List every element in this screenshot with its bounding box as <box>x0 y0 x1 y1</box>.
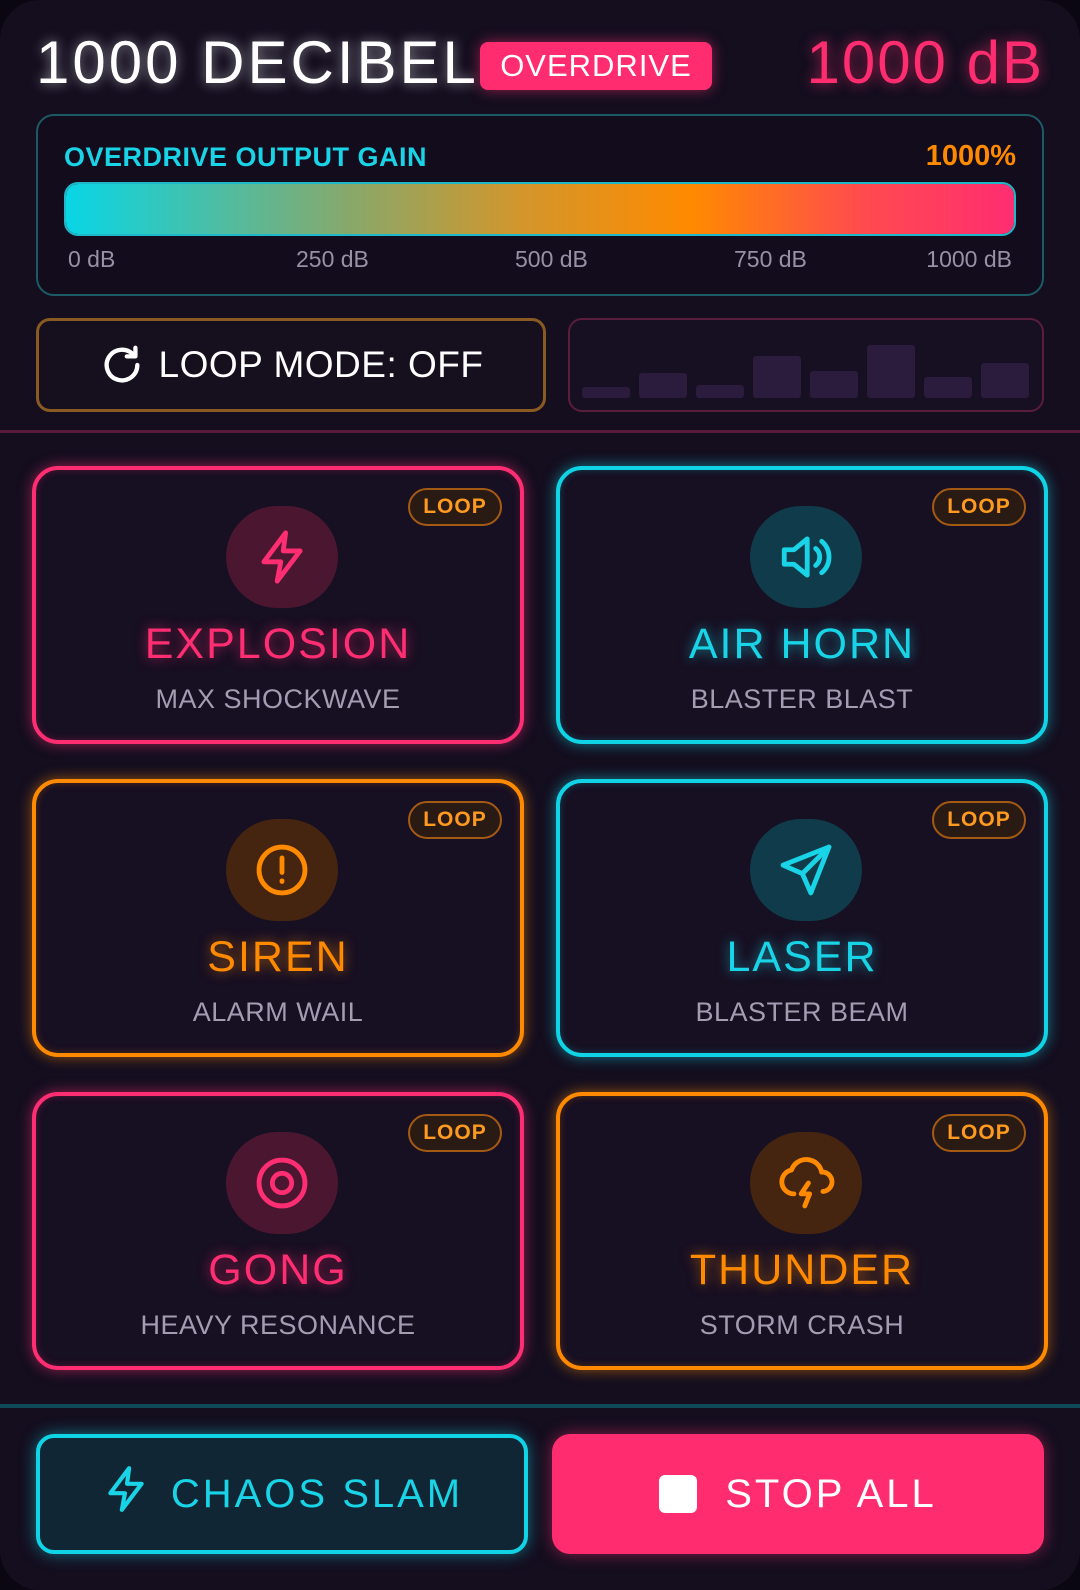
loop-toggle[interactable]: LOOP <box>932 1114 1026 1152</box>
pad-subtitle: BLASTER BLAST <box>690 684 914 714</box>
pad-title: AIR HORN <box>688 620 916 668</box>
pad-title: LASER <box>726 933 878 981</box>
gain-tick: 0 dB <box>68 246 116 272</box>
divider <box>0 430 1080 433</box>
gain-value: 1000% <box>925 140 1016 172</box>
pad-title: EXPLOSION <box>144 620 412 668</box>
pad-explosion[interactable]: LOOP EXPLOSION MAX SHOCKWAVE <box>32 466 524 744</box>
loop-toggle[interactable]: LOOP <box>408 801 502 839</box>
pad-title: GONG <box>208 1246 348 1294</box>
visualizer-bar <box>639 373 687 398</box>
soundboard-app: 1000 DECIBEL OVERDRIVE 1000 dB OVERDRIVE… <box>0 0 1080 1590</box>
pad-air-horn[interactable]: LOOP AIR HORN BLASTER BLAST <box>556 466 1048 744</box>
loop-mode-label: LOOP MODE: OFF <box>158 344 484 385</box>
pad-thunder[interactable]: LOOP THUNDER STORM CRASH <box>556 1092 1048 1370</box>
mode-badge: OVERDRIVE <box>480 42 712 90</box>
db-readout: 1000 dB <box>806 29 1044 96</box>
chaos-slam-label: CHAOS SLAM <box>170 1471 464 1516</box>
refresh-icon <box>99 342 145 388</box>
pad-title: SIREN <box>207 933 349 981</box>
header: 1000 DECIBEL OVERDRIVE 1000 dB <box>36 22 1044 98</box>
visualizer-bar <box>981 363 1029 398</box>
gain-meter-fill <box>66 184 1014 234</box>
storm-icon <box>750 1132 862 1234</box>
pad-subtitle: HEAVY RESONANCE <box>140 1310 416 1340</box>
visualizer-bar <box>753 356 801 398</box>
stop-all-label: STOP ALL <box>725 1471 937 1516</box>
loop-mode-toggle[interactable]: LOOP MODE: OFF <box>36 318 546 412</box>
visualizer-bar <box>867 345 915 398</box>
gain-panel: OVERDRIVE OUTPUT GAIN 1000% 0 dB 250 dB … <box>36 114 1044 296</box>
visualizer-bar <box>924 377 972 398</box>
lightning-icon <box>101 1464 151 1524</box>
pad-subtitle: BLASTER BEAM <box>695 997 909 1027</box>
gain-tick: 1000 dB <box>926 246 1012 272</box>
lightning-icon <box>226 506 338 608</box>
pad-subtitle: MAX SHOCKWAVE <box>155 684 401 714</box>
loop-toggle[interactable]: LOOP <box>932 488 1026 526</box>
audio-visualizer <box>568 318 1044 412</box>
loop-toggle[interactable]: LOOP <box>408 488 502 526</box>
app-title: 1000 DECIBEL <box>36 29 479 96</box>
target-icon <box>226 1132 338 1234</box>
divider <box>0 1404 1080 1408</box>
loop-toggle[interactable]: LOOP <box>408 1114 502 1152</box>
gain-tick: 250 dB <box>296 246 369 272</box>
pad-subtitle: STORM CRASH <box>699 1310 905 1340</box>
gain-tick: 500 dB <box>515 246 588 272</box>
stop-icon <box>659 1475 698 1513</box>
pad-siren[interactable]: LOOP SIREN ALARM WAIL <box>32 779 524 1057</box>
visualizer-bar <box>696 385 744 398</box>
chaos-slam-button[interactable]: CHAOS SLAM <box>36 1434 528 1554</box>
speaker-icon <box>750 506 862 608</box>
pad-laser[interactable]: LOOP LASER BLASTER BEAM <box>556 779 1048 1057</box>
gain-label: OVERDRIVE OUTPUT GAIN <box>64 142 428 172</box>
pad-subtitle: ALARM WAIL <box>192 997 364 1027</box>
gain-tick: 750 dB <box>734 246 807 272</box>
gain-scale: 0 dB 250 dB 500 dB 750 dB 1000 dB <box>64 246 1016 276</box>
gain-slider[interactable] <box>64 182 1016 236</box>
loop-toggle[interactable]: LOOP <box>932 801 1026 839</box>
alert-icon <box>226 819 338 921</box>
visualizer-bar <box>582 387 630 398</box>
pad-title: THUNDER <box>689 1246 915 1294</box>
pad-gong[interactable]: LOOP GONG HEAVY RESONANCE <box>32 1092 524 1370</box>
send-icon <box>750 819 862 921</box>
visualizer-bar <box>810 371 858 398</box>
stop-all-button[interactable]: STOP ALL <box>552 1434 1044 1554</box>
